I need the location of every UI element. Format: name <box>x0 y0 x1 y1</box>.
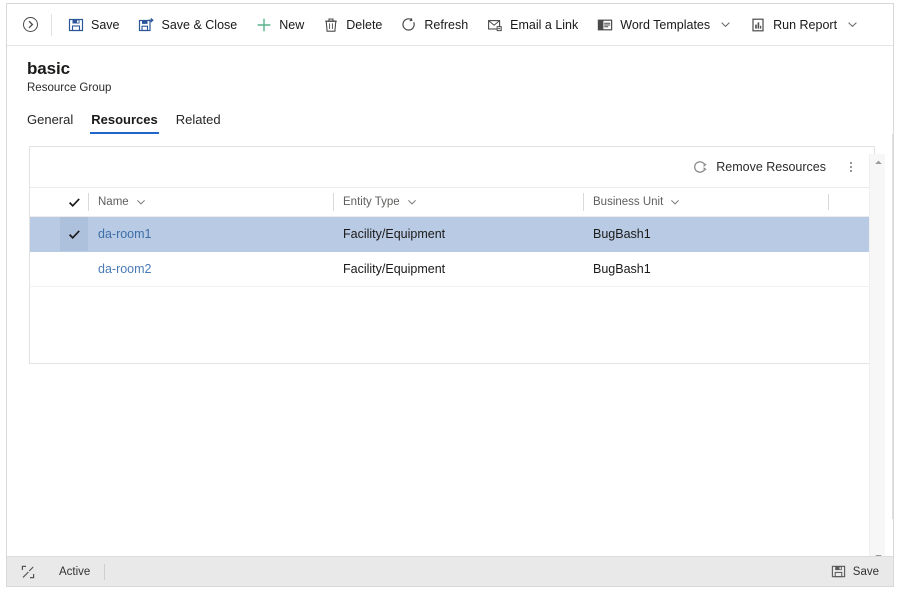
word-templates-icon <box>596 16 613 33</box>
column-header-name-label: Name <box>98 196 129 208</box>
form-tab-strip: General Resources Related <box>7 106 893 134</box>
tab-general-label: General <box>27 112 74 127</box>
canvas-right-border <box>892 134 893 519</box>
resources-grid: Name Entity Type Business Unit da-room1 … <box>30 187 874 287</box>
cell-entity-type: Facility/Equipment <box>343 262 446 276</box>
run-report-button[interactable]: Run Report <box>740 10 867 40</box>
status-bar-right: Save <box>831 564 893 579</box>
record-link[interactable]: da-room1 <box>98 227 152 241</box>
remove-resources-label: Remove Resources <box>716 160 826 174</box>
status-save-button[interactable]: Save <box>831 564 879 579</box>
row-select-checkbox[interactable] <box>60 252 88 286</box>
save-floppy-icon <box>831 564 846 579</box>
expand-icon[interactable] <box>19 563 37 581</box>
command-bar: Save Save & Close New Delete Refresh Ema… <box>7 4 893 46</box>
save-button[interactable]: Save <box>58 10 129 40</box>
column-header-business-unit[interactable]: Business Unit <box>583 187 828 217</box>
status-bar: Active Save <box>7 556 893 586</box>
column-header-name[interactable]: Name <box>88 187 333 217</box>
select-all-checkbox[interactable] <box>60 196 88 209</box>
save-and-close-label: Save & Close <box>161 17 238 32</box>
collapse-chevron-glyph <box>22 17 38 32</box>
run-report-label: Run Report <box>773 17 838 32</box>
save-floppy-icon <box>67 16 84 33</box>
trash-icon <box>322 16 339 33</box>
status-badge: Active <box>59 563 106 580</box>
checkmark-icon <box>68 229 80 239</box>
status-save-label: Save <box>852 565 879 578</box>
refresh-button-label: Refresh <box>424 17 469 32</box>
scroll-up-arrow-icon[interactable] <box>870 154 886 170</box>
collapse-chevron-icon[interactable] <box>17 12 43 38</box>
chevron-down-icon[interactable] <box>720 19 731 30</box>
more-commands-icon[interactable] <box>838 153 864 181</box>
save-and-close-icon <box>138 16 155 33</box>
tab-resources-label: Resources <box>91 112 158 127</box>
tab-resources[interactable]: Resources <box>82 112 166 134</box>
delete-button[interactable]: Delete <box>313 10 391 40</box>
remove-resources-icon <box>692 159 708 175</box>
cell-business-unit: BugBash1 <box>593 262 651 276</box>
tab-related[interactable]: Related <box>167 112 230 134</box>
command-bar-divider <box>51 13 52 36</box>
word-templates-label: Word Templates <box>620 17 711 32</box>
delete-button-label: Delete <box>346 17 383 32</box>
save-and-close-button[interactable]: Save & Close <box>129 10 247 40</box>
plus-icon <box>255 16 272 33</box>
tab-general[interactable]: General <box>27 112 82 134</box>
table-row[interactable]: da-room1 Facility/Equipment BugBash1 <box>30 217 874 252</box>
chevron-down-icon[interactable] <box>847 19 858 30</box>
chevron-down-icon[interactable] <box>136 197 146 207</box>
resources-subgrid-card: Remove Resources Name Entity Type Busine… <box>29 146 875 364</box>
remove-resources-button[interactable]: Remove Resources <box>684 153 834 181</box>
refresh-button[interactable]: Refresh <box>391 10 477 40</box>
new-button-label: New <box>279 17 305 32</box>
tab-related-label: Related <box>175 112 221 127</box>
chevron-down-icon[interactable] <box>407 197 417 207</box>
column-end-divider <box>828 194 829 210</box>
column-header-business-unit-label: Business Unit <box>593 196 664 208</box>
run-report-icon <box>749 16 766 33</box>
refresh-icon <box>400 16 417 33</box>
cell-entity-type: Facility/Equipment <box>343 227 446 241</box>
email-link-icon <box>486 16 503 33</box>
email-a-link-button[interactable]: Email a Link <box>477 10 587 40</box>
email-a-link-label: Email a Link <box>510 17 579 32</box>
page-title: basic <box>27 59 70 78</box>
grid-header-row: Name Entity Type Business Unit <box>30 187 874 217</box>
column-header-entity-type-label: Entity Type <box>343 196 400 208</box>
checkmark-icon <box>68 197 80 207</box>
word-templates-button[interactable]: Word Templates <box>587 10 740 40</box>
app-window: Save Save & Close New Delete Refresh Ema… <box>6 3 894 587</box>
save-button-label: Save <box>91 17 120 32</box>
row-select-checkbox[interactable] <box>60 217 88 251</box>
vertical-scrollbar[interactable] <box>869 154 885 564</box>
entity-type-label: Resource Group <box>27 82 112 94</box>
chevron-down-icon[interactable] <box>670 197 680 207</box>
cell-name: da-room2 <box>88 252 333 286</box>
table-row[interactable]: da-room2 Facility/Equipment BugBash1 <box>30 252 874 287</box>
new-button[interactable]: New <box>246 10 313 40</box>
cell-business-unit: BugBash1 <box>593 227 651 241</box>
form-canvas: Remove Resources Name Entity Type Busine… <box>7 134 893 519</box>
record-link[interactable]: da-room2 <box>98 262 152 276</box>
cell-name: da-room1 <box>88 217 333 251</box>
column-header-entity-type[interactable]: Entity Type <box>333 187 583 217</box>
form-header: basic Resource Group <box>7 46 893 96</box>
status-bar-left: Active <box>7 563 106 581</box>
subgrid-command-bar: Remove Resources <box>30 147 874 187</box>
